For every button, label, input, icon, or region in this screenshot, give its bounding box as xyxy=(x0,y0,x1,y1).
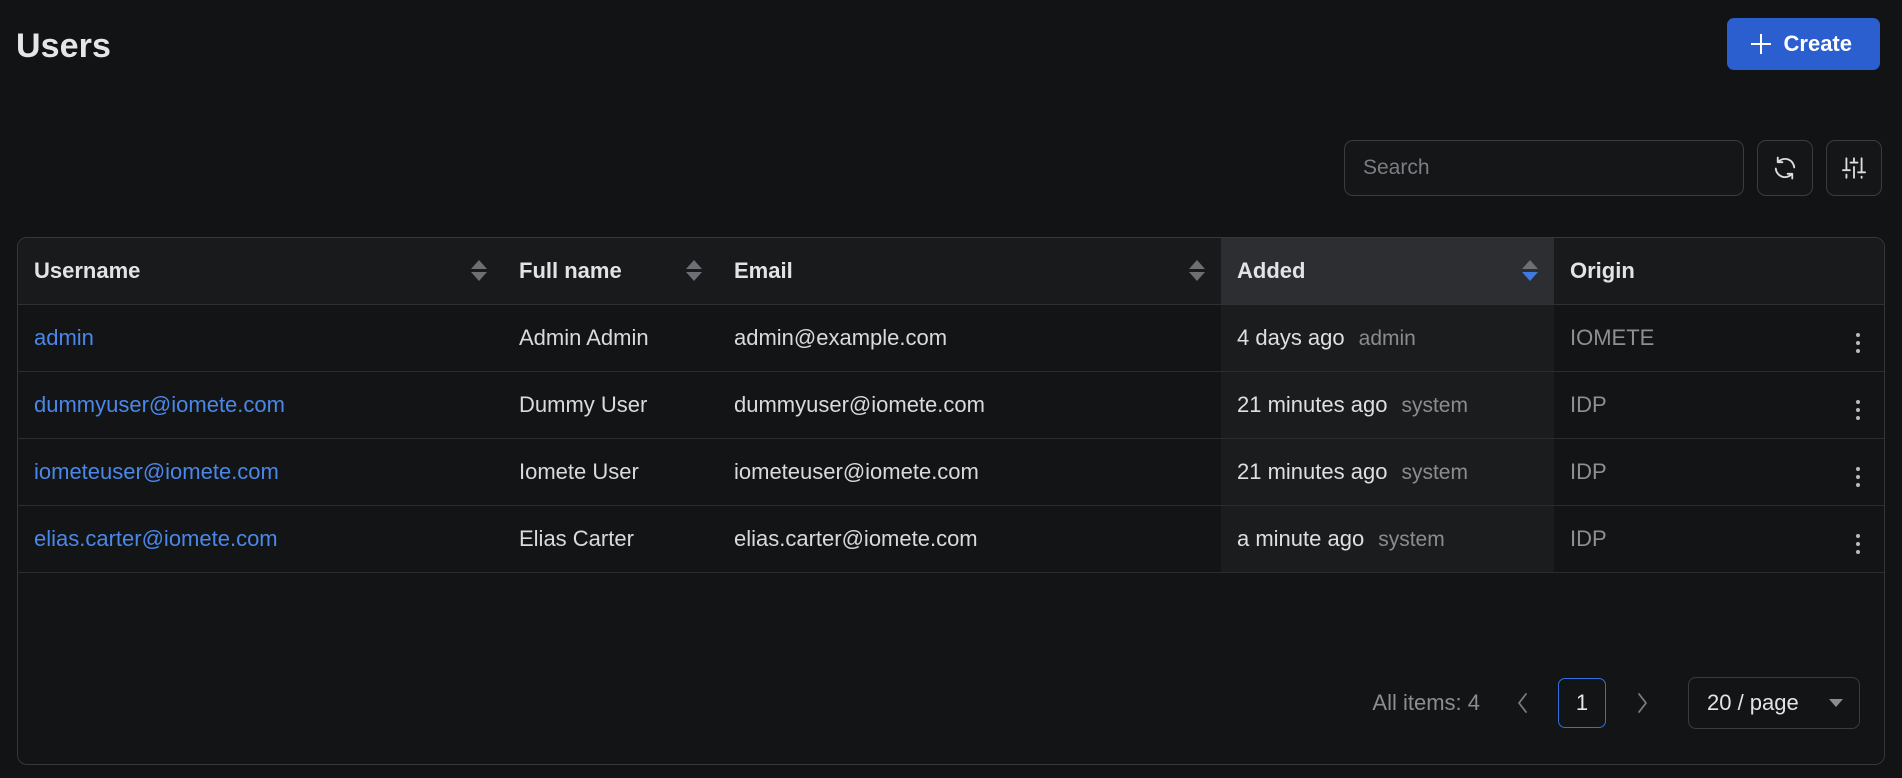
column-header-email[interactable]: Email xyxy=(718,238,1221,305)
cell-fullname: Admin Admin xyxy=(503,304,718,372)
cell-added: 21 minutes ago system xyxy=(1221,438,1554,506)
chevron-down-icon xyxy=(1829,699,1843,707)
page-header: Users Create xyxy=(0,0,1902,88)
cell-actions xyxy=(1807,304,1884,372)
page-size-select[interactable]: 20 / page xyxy=(1688,677,1860,729)
cell-username: admin xyxy=(18,304,503,372)
table-body: admin Admin Admin admin@example.com 4 da… xyxy=(18,304,1884,573)
username-link[interactable]: dummyuser@iomete.com xyxy=(34,392,285,417)
cell-actions xyxy=(1807,438,1884,506)
table-toolbar xyxy=(1344,140,1882,196)
added-actor: admin xyxy=(1358,326,1416,350)
column-header-fullname[interactable]: Full name xyxy=(503,238,718,305)
page-number-1[interactable]: 1 xyxy=(1558,678,1606,728)
origin-text: IDP xyxy=(1570,391,1607,417)
sort-icon-email[interactable] xyxy=(1189,260,1205,282)
row-menu-icon[interactable] xyxy=(1848,461,1868,493)
filter-button[interactable] xyxy=(1826,140,1882,196)
origin-text: IOMETE xyxy=(1570,324,1655,350)
prev-page-button[interactable] xyxy=(1504,683,1540,723)
cell-origin: IDP xyxy=(1554,505,1807,573)
username-link[interactable]: elias.carter@iomete.com xyxy=(34,526,278,551)
column-header-username-label: Username xyxy=(34,257,141,283)
column-header-fullname-label: Full name xyxy=(519,257,622,283)
cell-origin: IDP xyxy=(1554,371,1807,439)
cell-actions xyxy=(1807,371,1884,439)
chevron-left-icon xyxy=(1517,693,1527,713)
table-row: elias.carter@iomete.com Elias Carter eli… xyxy=(18,505,1884,573)
added-actor: system xyxy=(1378,527,1445,551)
pagination: All items: 4 1 20 / page xyxy=(1372,677,1860,729)
refresh-icon xyxy=(1774,156,1796,180)
cell-added: 4 days ago admin xyxy=(1221,304,1554,372)
column-header-username[interactable]: Username xyxy=(18,238,503,305)
next-page-button[interactable] xyxy=(1624,683,1660,723)
cell-email: iometeuser@iomete.com xyxy=(718,438,1221,506)
cell-username: iometeuser@iomete.com xyxy=(18,438,503,506)
origin-text: IDP xyxy=(1570,458,1607,484)
username-link[interactable]: admin xyxy=(34,325,94,350)
users-page: Users Create Search Username Full name E… xyxy=(0,0,1902,778)
plus-icon xyxy=(1750,34,1771,54)
table-header: Username Full name Email Added Origin xyxy=(18,238,1884,305)
added-time: 21 minutes ago xyxy=(1237,458,1388,484)
table-header-row: Username Full name Email Added Origin xyxy=(18,238,1884,305)
cell-origin: IOMETE xyxy=(1554,304,1807,372)
sort-icon-username[interactable] xyxy=(471,260,487,282)
cell-origin: IDP xyxy=(1554,438,1807,506)
added-time: 21 minutes ago xyxy=(1237,391,1388,417)
search-input[interactable] xyxy=(1344,140,1744,196)
column-header-origin-label: Origin xyxy=(1570,257,1635,283)
origin-text: IDP xyxy=(1570,525,1607,551)
added-time: 4 days ago xyxy=(1237,324,1345,350)
added-time: a minute ago xyxy=(1237,525,1365,551)
cell-email: elias.carter@iomete.com xyxy=(718,505,1221,573)
table-row: admin Admin Admin admin@example.com 4 da… xyxy=(18,304,1884,372)
column-header-origin: Origin xyxy=(1554,238,1884,305)
row-menu-icon[interactable] xyxy=(1848,394,1868,426)
cell-username: dummyuser@iomete.com xyxy=(18,371,503,439)
cell-actions xyxy=(1807,505,1884,573)
cell-fullname: Iomete User xyxy=(503,438,718,506)
chevron-right-icon xyxy=(1637,693,1647,713)
all-items-count: All items: 4 xyxy=(1372,690,1480,715)
column-header-added-label: Added xyxy=(1237,257,1306,283)
column-header-added[interactable]: Added xyxy=(1221,238,1554,305)
create-button-label: Create xyxy=(1783,31,1852,56)
page-title: Users xyxy=(16,27,112,65)
sliders-icon xyxy=(1842,157,1866,179)
added-actor: system xyxy=(1401,460,1468,484)
username-link[interactable]: iometeuser@iomete.com xyxy=(34,459,279,484)
sort-icon-added[interactable] xyxy=(1522,260,1538,282)
users-table-card: Username Full name Email Added Origin ad… xyxy=(17,237,1885,765)
refresh-button[interactable] xyxy=(1757,140,1813,196)
users-table: Username Full name Email Added Origin ad… xyxy=(18,238,1884,573)
row-menu-icon[interactable] xyxy=(1848,327,1868,359)
table-row: dummyuser@iomete.com Dummy User dummyuse… xyxy=(18,371,1884,439)
cell-fullname: Dummy User xyxy=(503,371,718,439)
page-size-label: 20 / page xyxy=(1707,690,1799,715)
column-header-email-label: Email xyxy=(734,257,793,283)
table-row: iometeuser@iomete.com Iomete User iomete… xyxy=(18,438,1884,506)
cell-email: dummyuser@iomete.com xyxy=(718,371,1221,439)
added-actor: system xyxy=(1401,393,1468,417)
cell-added: a minute ago system xyxy=(1221,505,1554,573)
cell-email: admin@example.com xyxy=(718,304,1221,372)
cell-username: elias.carter@iomete.com xyxy=(18,505,503,573)
create-button[interactable]: Create xyxy=(1726,18,1880,70)
cell-fullname: Elias Carter xyxy=(503,505,718,573)
row-menu-icon[interactable] xyxy=(1848,528,1868,560)
sort-icon-fullname[interactable] xyxy=(686,260,702,282)
cell-added: 21 minutes ago system xyxy=(1221,371,1554,439)
